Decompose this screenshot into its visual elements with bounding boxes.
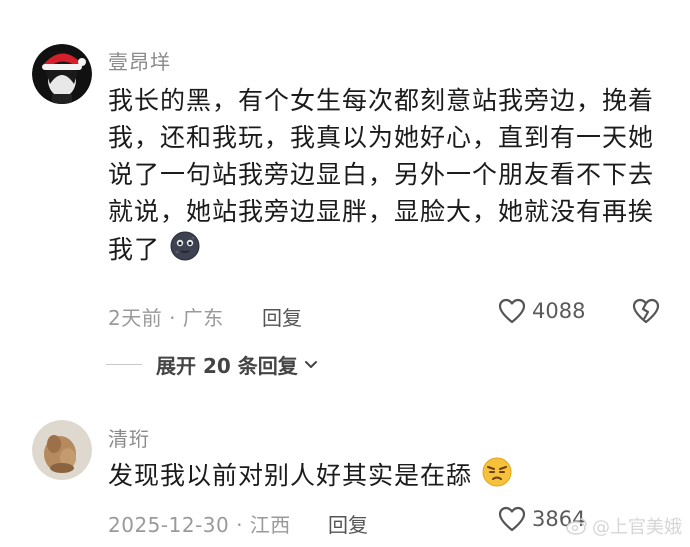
moon-face-emoji-icon bbox=[169, 230, 201, 272]
comment-line: 我长的黑，有个女生每次都刻意站我旁边，挽着 bbox=[108, 86, 655, 115]
username[interactable]: 清珩 bbox=[108, 423, 150, 452]
weibo-logo-icon bbox=[566, 518, 587, 535]
dislike-button[interactable] bbox=[632, 298, 660, 328]
username[interactable]: 壹昂垟 bbox=[108, 46, 171, 75]
avatar[interactable] bbox=[32, 420, 92, 480]
chevron-down-icon bbox=[304, 360, 317, 368]
reply-button[interactable]: 回复 bbox=[328, 509, 368, 538]
comment-text: 发现我以前对别人好其实是在舔 bbox=[108, 456, 668, 498]
comment-line: 就说，她站我旁边显胖，显脸大，她就没有再挨 bbox=[108, 197, 655, 226]
comment-meta: 2天前 · 广东 bbox=[108, 306, 224, 330]
comment-line: 我，还和我玩，我真以为她好心，直到有一天她 bbox=[108, 123, 655, 152]
like-button[interactable]: 4088 bbox=[498, 298, 585, 324]
heart-outline-icon bbox=[498, 298, 526, 324]
comment-text: 我长的黑，有个女生每次都刻意站我旁边，挽着 我，还和我玩，我真以为她好心，直到有… bbox=[108, 82, 668, 272]
comment-line-text: 我了 bbox=[108, 235, 161, 264]
comment-line: 说了一句站我旁边显白，另外一个朋友看不下去 bbox=[108, 160, 655, 189]
watermark: @上官美娥 bbox=[566, 513, 682, 539]
expand-replies-button[interactable]: 展开 20 条回复 bbox=[106, 350, 320, 379]
expand-replies-label: 展开 20 条回复 bbox=[156, 354, 298, 378]
comment-line: 我了 bbox=[108, 230, 668, 272]
divider bbox=[106, 364, 142, 365]
comment-meta: 2025-12-30 · 江西 bbox=[108, 513, 291, 537]
broken-heart-icon bbox=[632, 298, 660, 324]
watermark-text: @上官美娥 bbox=[592, 517, 682, 538]
avatar[interactable] bbox=[32, 44, 92, 104]
like-count: 4088 bbox=[532, 299, 586, 323]
comment-line-text: 发现我以前对别人好其实是在舔 bbox=[108, 461, 473, 490]
heart-outline-icon bbox=[498, 506, 526, 532]
reply-button[interactable]: 回复 bbox=[262, 302, 302, 331]
unamused-face-emoji-icon bbox=[481, 456, 513, 498]
